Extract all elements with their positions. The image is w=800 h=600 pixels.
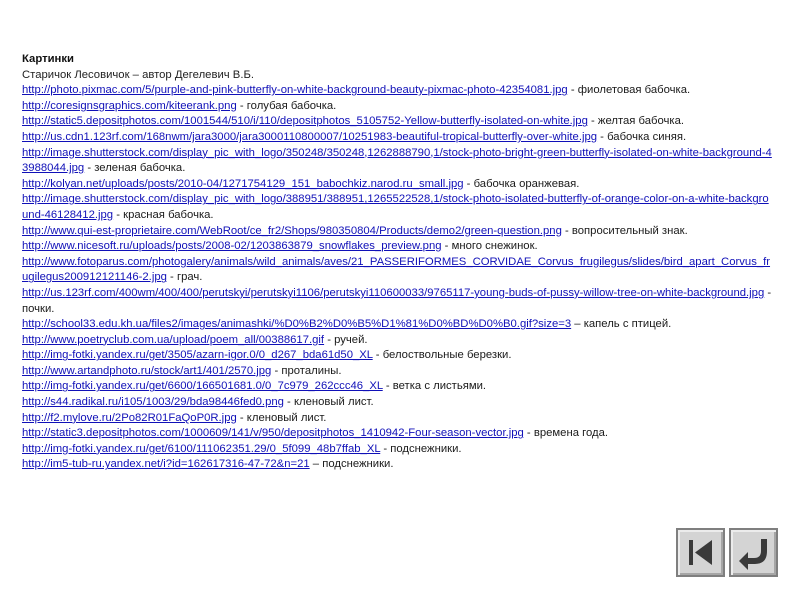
source-item: http://us.123rf.com/400wm/400/400/peruts…	[22, 286, 774, 317]
source-item: http://school33.edu.kh.ua/files2/images/…	[22, 317, 774, 333]
source-item: http://kolyan.net/uploads/posts/2010-04/…	[22, 177, 774, 193]
source-description: - проталины.	[271, 364, 342, 377]
source-description: - кленовый лист.	[236, 411, 327, 424]
source-description: - бабочка синяя.	[597, 130, 687, 143]
source-link[interactable]: http://photo.pixmac.com/5/purple-and-pin…	[22, 84, 568, 96]
source-description: - красная бабочка.	[113, 208, 214, 221]
source-description: – капель с птицей.	[571, 318, 672, 331]
source-link[interactable]: http://us.123rf.com/400wm/400/400/peruts…	[22, 287, 764, 299]
source-item: http://im5-tub-ru.yandex.net/i?id=162617…	[22, 457, 774, 473]
source-description: - фиолетовая бабочка.	[567, 84, 691, 97]
source-item: http://img-fotki.yandex.ru/get/6100/1110…	[22, 442, 774, 458]
source-link[interactable]: http://www.poetryclub.com.ua/upload/poem…	[22, 334, 324, 346]
return-icon	[739, 539, 767, 570]
source-description: - вопросительный знак.	[561, 224, 688, 237]
source-item: http://coresignsgraphics.com/kiteerank.p…	[22, 99, 774, 115]
source-link[interactable]: http://static5.depositphotos.com/1001544…	[22, 115, 588, 127]
source-item: http://static5.depositphotos.com/1001544…	[22, 114, 774, 130]
source-link[interactable]: http://www.qui-est-proprietaire.com/WebR…	[22, 225, 562, 237]
source-item: http://us.cdn1.123rf.com/168nwm/jara3000…	[22, 130, 774, 146]
source-item: http://image.shutterstock.com/display_pi…	[22, 146, 774, 177]
source-description: - белоствольные березки.	[372, 349, 512, 362]
source-item: http://image.shutterstock.com/display_pi…	[22, 192, 774, 223]
source-item: http://www.poetryclub.com.ua/upload/poem…	[22, 333, 774, 349]
image-source-list: http://photo.pixmac.com/5/purple-and-pin…	[22, 83, 774, 473]
source-item: http://www.qui-est-proprietaire.com/WebR…	[22, 224, 774, 240]
source-item: http://www.nicesoft.ru/uploads/posts/200…	[22, 239, 774, 255]
source-description: - зеленая бабочка.	[84, 162, 186, 175]
source-description: - кленовый лист.	[283, 396, 374, 409]
source-description: - ветка с листьями.	[382, 380, 487, 393]
source-description: - подснежники.	[380, 442, 462, 455]
return-button[interactable]	[729, 528, 778, 577]
page-title: Картинки	[22, 53, 74, 65]
skip-to-first-icon	[689, 540, 712, 565]
source-link[interactable]: http://school33.edu.kh.ua/files2/images/…	[22, 318, 571, 330]
source-item: http://s44.radikal.ru/i105/1003/29/bda98…	[22, 395, 774, 411]
source-item: http://img-fotki.yandex.ru/get/3505/azar…	[22, 348, 774, 364]
source-link[interactable]: http://kolyan.net/uploads/posts/2010-04/…	[22, 178, 464, 190]
source-item: http://img-fotki.yandex.ru/get/6600/1665…	[22, 379, 774, 395]
source-link[interactable]: http://www.fotoparus.com/photogalery/ani…	[22, 256, 770, 284]
source-description: - времена года.	[523, 427, 609, 440]
source-link[interactable]: http://static3.depositphotos.com/1000609…	[22, 427, 524, 439]
source-description: - бабочка оранжевая.	[463, 177, 580, 190]
source-link[interactable]: http://us.cdn1.123rf.com/168nwm/jara3000…	[22, 131, 597, 143]
source-description: - грач.	[166, 271, 203, 284]
source-link[interactable]: http://img-fotki.yandex.ru/get/3505/azar…	[22, 349, 373, 361]
source-item: http://www.artandphoto.ru/stock/art1/401…	[22, 364, 774, 380]
source-link[interactable]: http://im5-tub-ru.yandex.net/i?id=162617…	[22, 458, 310, 470]
source-link[interactable]: http://s44.radikal.ru/i105/1003/29/bda98…	[22, 396, 284, 408]
source-link[interactable]: http://img-fotki.yandex.ru/get/6100/1110…	[22, 443, 380, 455]
source-description: - желтая бабочка.	[587, 115, 685, 128]
first-slide-button[interactable]	[676, 528, 725, 577]
source-description: - голубая бабочка.	[236, 99, 337, 112]
source-item: http://static3.depositphotos.com/1000609…	[22, 426, 774, 442]
source-description: - много снежинок.	[441, 240, 538, 253]
author-line: Старичок Лесовичок – автор Дегелевич В.Б…	[22, 68, 255, 81]
source-description: - ручей.	[324, 333, 368, 346]
source-item: http://f2.mylove.ru/2Po82R01FaQoP0R.jpg …	[22, 411, 774, 427]
source-link[interactable]: http://img-fotki.yandex.ru/get/6600/1665…	[22, 380, 383, 392]
source-link[interactable]: http://www.artandphoto.ru/stock/art1/401…	[22, 365, 271, 377]
source-description: – подснежники.	[309, 458, 394, 471]
document-body: Картинки Старичок Лесовичок – автор Деге…	[22, 52, 774, 473]
source-link[interactable]: http://coresignsgraphics.com/kiteerank.p…	[22, 100, 237, 112]
source-link[interactable]: http://f2.mylove.ru/2Po82R01FaQoP0R.jpg	[22, 412, 237, 424]
source-item: http://www.fotoparus.com/photogalery/ani…	[22, 255, 774, 286]
source-item: http://photo.pixmac.com/5/purple-and-pin…	[22, 83, 774, 99]
source-link[interactable]: http://www.nicesoft.ru/uploads/posts/200…	[22, 240, 442, 252]
